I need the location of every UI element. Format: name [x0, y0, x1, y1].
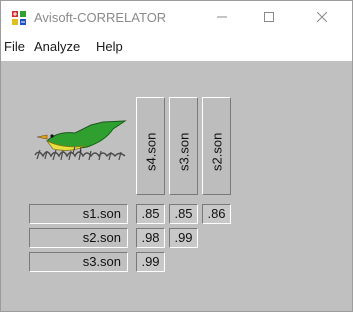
minimize-button[interactable]	[200, 1, 244, 35]
correlation-cell-s1-s3[interactable]: .85	[169, 204, 198, 224]
menu-bar: File Analyze Help	[1, 35, 352, 61]
window-title: Avisoft-CORRELATOR	[34, 10, 167, 25]
close-button[interactable]	[300, 1, 344, 35]
column-header-label: s3.son	[176, 132, 191, 171]
row-header-s3: s3.son	[29, 252, 128, 272]
menu-file[interactable]: File	[4, 39, 25, 54]
app-window: Avisoft-CORRELATOR File Analyze Help s4.…	[0, 0, 353, 312]
row-header-s1: s1.son	[29, 204, 128, 224]
bird-logo-icon	[33, 119, 129, 167]
menu-help[interactable]: Help	[96, 39, 123, 54]
correlation-matrix-area: s4.son s3.son s2.son s1.son s2.son s3.so…	[1, 61, 352, 311]
column-header-s4: s4.son	[136, 97, 165, 195]
minimize-icon	[217, 9, 227, 27]
column-header-s3: s3.son	[169, 97, 198, 195]
correlation-cell-s3-s4[interactable]: .99	[136, 252, 165, 272]
row-header-s2: s2.son	[29, 228, 128, 248]
title-bar[interactable]: Avisoft-CORRELATOR	[1, 1, 352, 35]
correlation-cell-s1-s4[interactable]: .85	[136, 204, 165, 224]
avisoft-app-icon[interactable]	[11, 10, 27, 26]
close-icon	[316, 9, 328, 27]
correlation-cell-s1-s2[interactable]: .86	[202, 204, 231, 224]
correlation-cell-s2-s4[interactable]: .98	[136, 228, 165, 248]
correlation-cell-s2-s3[interactable]: .99	[169, 228, 198, 248]
column-header-label: s4.son	[143, 132, 158, 171]
maximize-icon	[264, 9, 274, 27]
column-header-s2: s2.son	[202, 97, 231, 195]
menu-analyze[interactable]: Analyze	[34, 39, 80, 54]
column-header-label: s2.son	[209, 132, 224, 171]
maximize-button[interactable]	[247, 1, 291, 35]
